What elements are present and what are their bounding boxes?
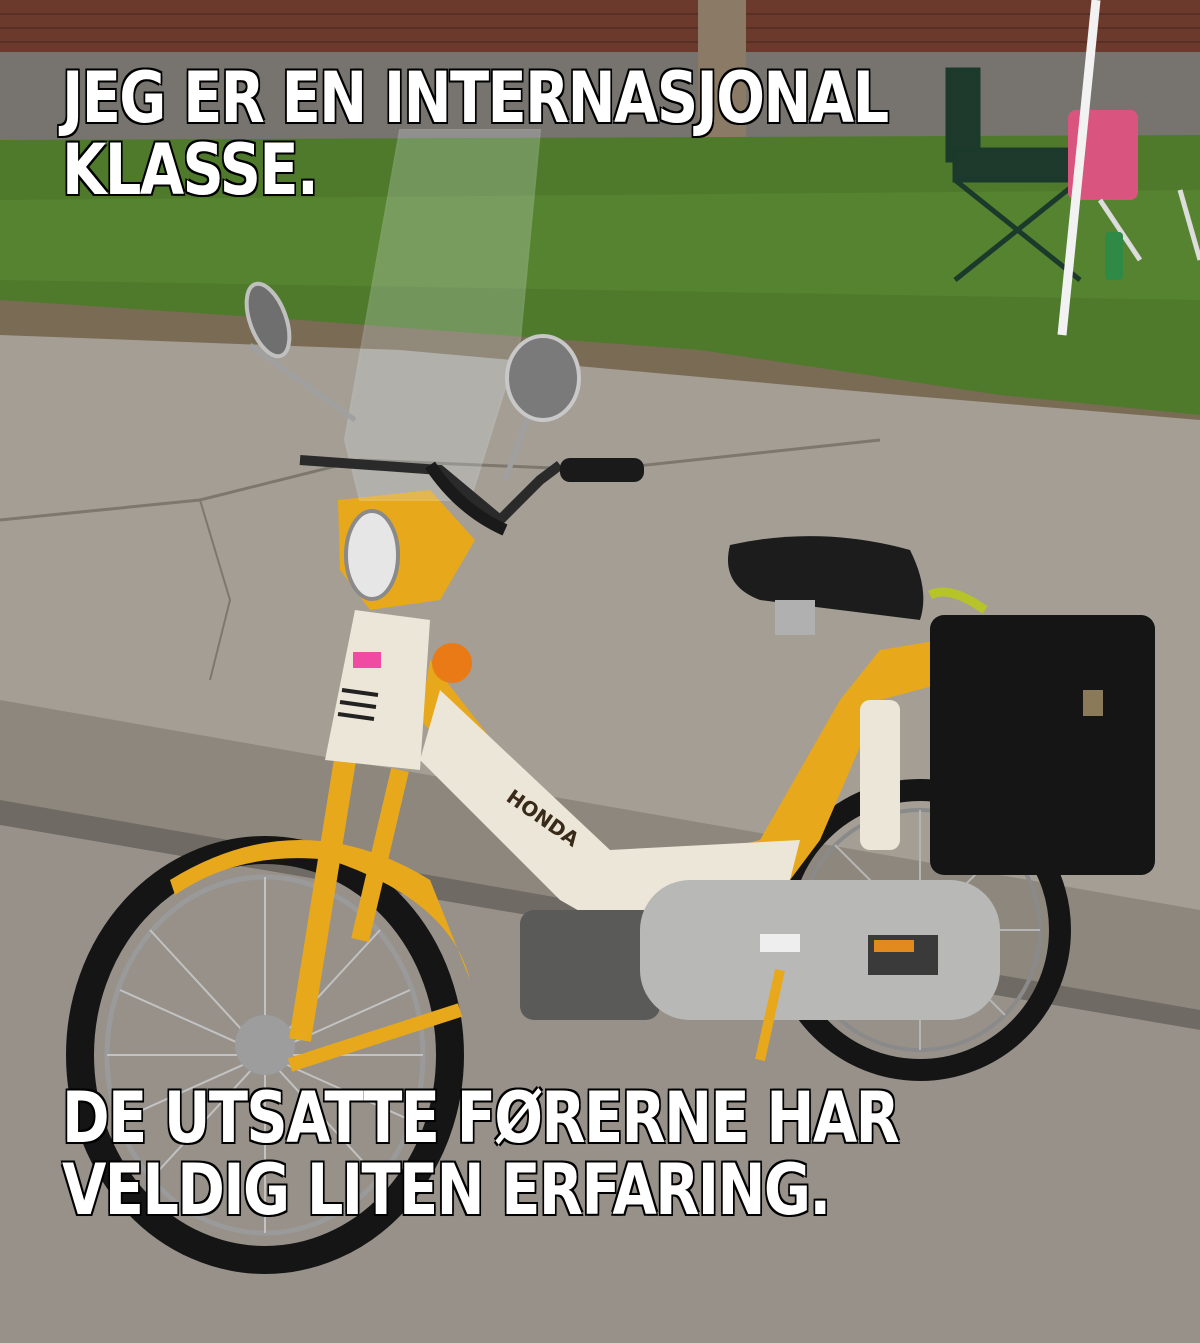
top-caption-line-1: JEG ER EN INTERNASJONAL [62,57,889,139]
headlight [344,509,400,601]
top-caption: JEG ER EN INTERNASJONAL KLASSE. [62,57,889,211]
bottle [1105,232,1123,280]
handle-grip [560,458,644,482]
turn-signal [432,643,472,683]
top-caption-line-2: KLASSE. [62,129,319,211]
bottom-caption-line-1: DE UTSATTE FØRERNE HAR [62,1077,900,1159]
meme-image: HONDA JEG ER EN INTERNASJONAL KLASSE. DE… [0,0,1200,1343]
mirror-right [505,334,581,422]
saddle-bag [930,615,1155,875]
engine [520,910,660,1020]
bottom-caption: DE UTSATTE FØRERNE HAR VELDIG LITEN ERFA… [62,1077,900,1231]
bottom-caption-line-2: VELDIG LITEN ERFARING. [62,1149,831,1231]
engine-cover [640,880,1000,1020]
